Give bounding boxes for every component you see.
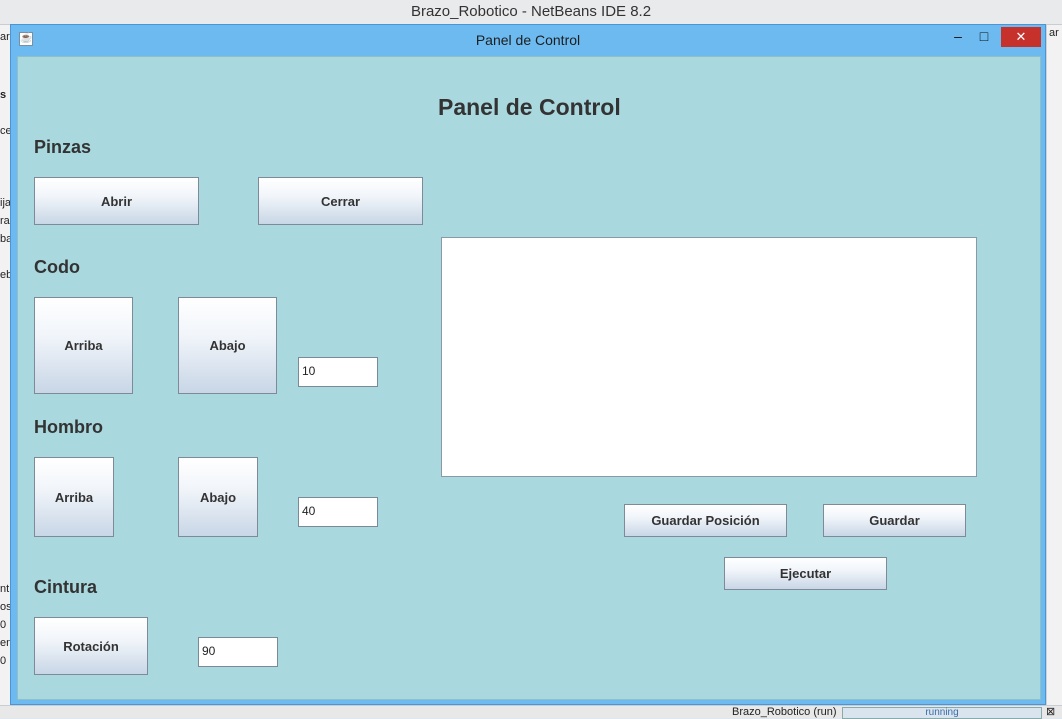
codo-down-button[interactable]: Abajo — [178, 297, 277, 394]
ide-fragment: nt — [0, 583, 10, 595]
window-title: Panel de Control — [475, 32, 581, 48]
ide-fragment: ba — [0, 233, 10, 245]
ide-fragment: 0 — [0, 655, 7, 667]
save-button[interactable]: Guardar — [823, 504, 966, 537]
ide-fragment: ra — [0, 215, 10, 227]
minimize-button[interactable]: – — [947, 25, 969, 47]
pinzas-close-button[interactable]: Cerrar — [258, 177, 423, 225]
ide-fragment: ija — [0, 197, 10, 209]
ide-fragment: s — [0, 89, 7, 101]
hombro-label: Hombro — [34, 417, 103, 437]
control-panel: Panel de Control Pinzas Abrir Cerrar Cod… — [17, 56, 1041, 700]
close-button[interactable]: ✕ — [1001, 27, 1041, 47]
ide-fragment: eb — [0, 269, 10, 281]
hombro-up-button[interactable]: Arriba — [34, 457, 114, 537]
cintura-value-field[interactable]: 90 — [198, 637, 278, 667]
ide-fragment: ar — [1049, 27, 1059, 39]
ide-fragment: ces — [0, 125, 10, 137]
positions-text-area[interactable] — [441, 237, 977, 477]
cintura-label: Cintura — [34, 577, 97, 597]
pinzas-label: Pinzas — [34, 137, 92, 157]
ide-fragment: os — [0, 601, 10, 613]
pinzas-open-button[interactable]: Abrir — [34, 177, 199, 225]
status-app-label: Brazo_Robotico (run) — [732, 706, 837, 718]
ide-fragment: ent — [0, 637, 10, 649]
ide-title: Brazo_Robotico - NetBeans IDE 8.2 — [410, 3, 652, 20]
panel-window: ☕ Panel de Control – □ ✕ Panel de Contro… — [10, 24, 1046, 705]
ide-title-bar: Brazo_Robotico - NetBeans IDE 8.2 — [0, 0, 1062, 25]
codo-up-button[interactable]: Arriba — [34, 297, 133, 394]
hombro-down-button[interactable]: Abajo — [178, 457, 258, 537]
cintura-rotate-button[interactable]: Rotación — [34, 617, 148, 675]
execute-button[interactable]: Ejecutar — [724, 557, 887, 590]
maximize-button[interactable]: □ — [973, 25, 995, 47]
codo-value-field[interactable]: 10 — [298, 357, 378, 387]
panel-title: Panel de Control — [438, 94, 621, 120]
save-position-button[interactable]: Guardar Posición — [624, 504, 787, 537]
run-progress-bar: running — [842, 707, 1042, 719]
hombro-value-field[interactable]: 40 — [298, 497, 378, 527]
ide-fragment: ar — [0, 31, 10, 43]
codo-label: Codo — [34, 257, 80, 277]
ide-fragment: 0 : — [0, 619, 10, 631]
ide-right-panel: ar — [1046, 25, 1062, 705]
ide-status-bar: Brazo_Robotico (run) running ⊠ — [0, 705, 1062, 719]
output-icon[interactable]: ⊠ — [1046, 706, 1055, 718]
